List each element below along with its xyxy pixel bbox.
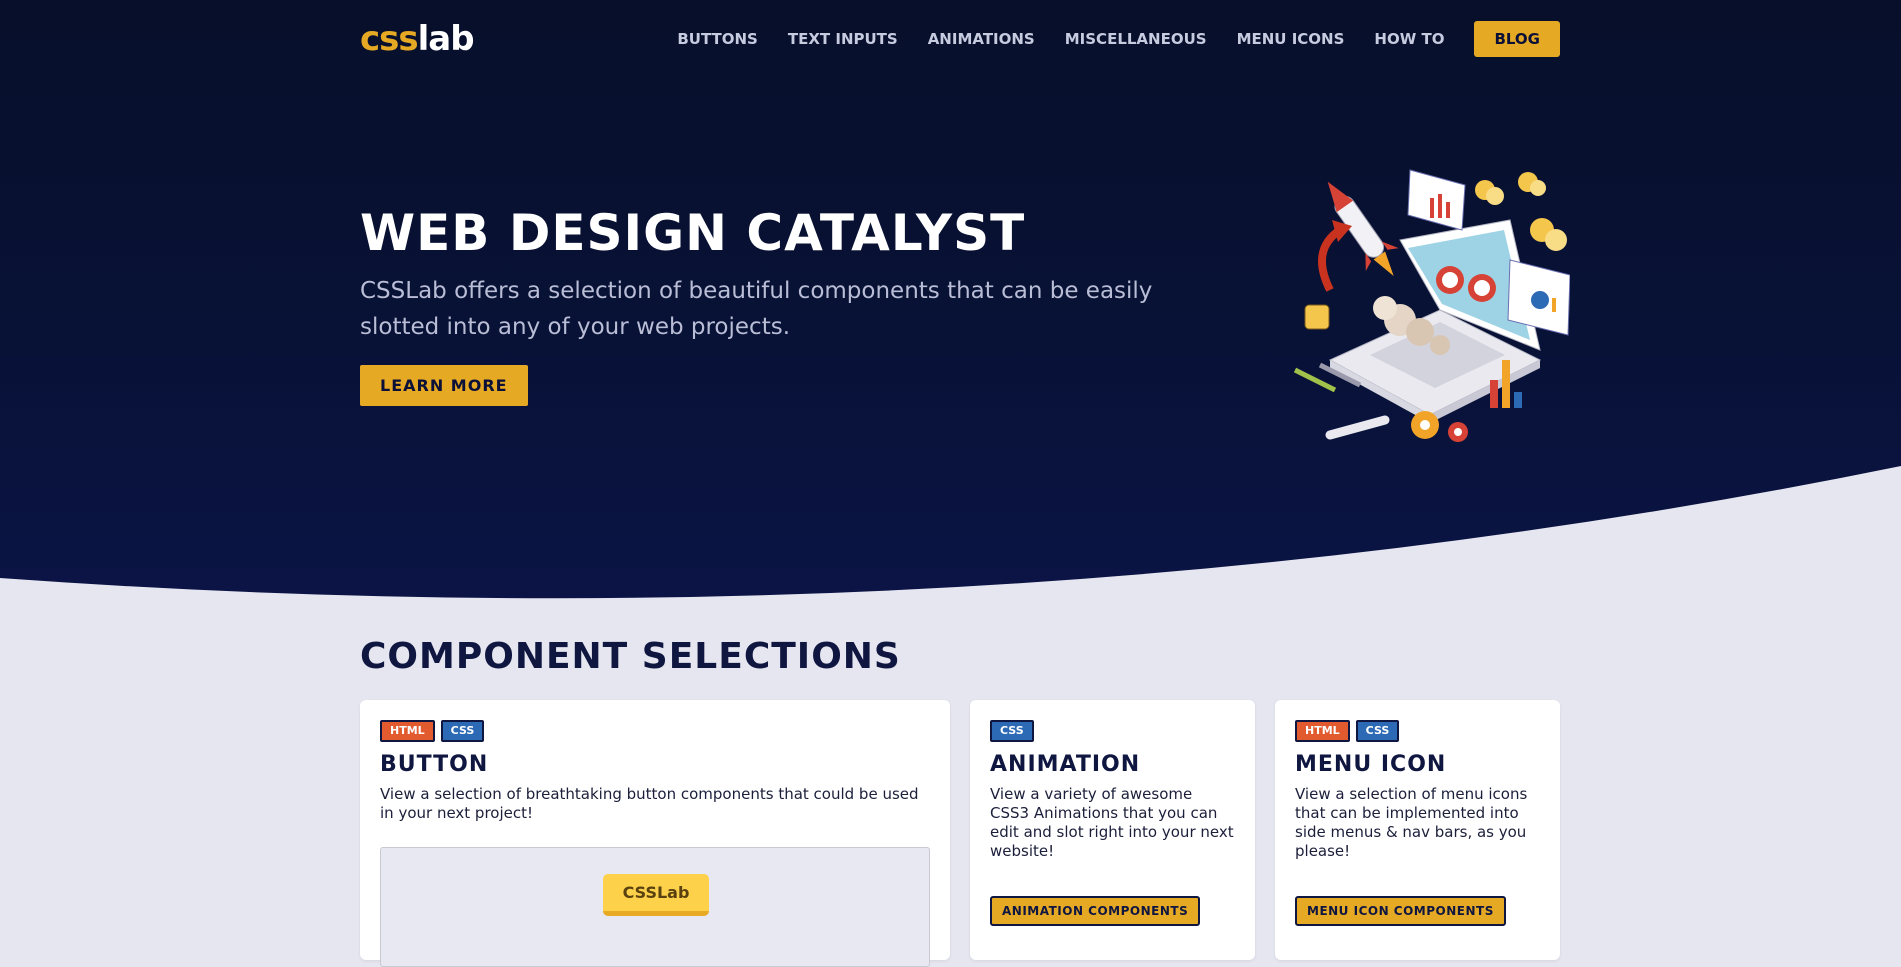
tag-css: CSS — [1355, 720, 1400, 742]
card-title: MENU ICON — [1295, 752, 1447, 777]
card-title: ANIMATION — [990, 752, 1141, 777]
section-title: COMPONENT SELECTIONS — [360, 636, 901, 677]
nav-link-animations[interactable]: ANIMATIONS — [928, 30, 1035, 48]
tag-html: HTML — [1295, 720, 1350, 742]
tag-css: CSS — [440, 720, 485, 742]
tag-html: HTML — [380, 720, 435, 742]
card-animation: CSS ANIMATION View a variety of awesome … — [970, 700, 1255, 960]
card-tags: HTML CSS — [380, 720, 930, 742]
logo-css: css — [360, 19, 419, 59]
learn-more-button[interactable]: LEARN MORE — [360, 365, 528, 406]
csslab-demo-button[interactable]: CSSLab — [603, 874, 709, 916]
card-button: HTML CSS BUTTON View a selection of brea… — [360, 700, 950, 967]
menu-icon-components-button[interactable]: MENU ICON COMPONENTS — [1295, 896, 1506, 926]
card-title: BUTTON — [380, 752, 489, 777]
card-tags: CSS — [990, 720, 1235, 742]
logo-lab: lab — [417, 19, 475, 59]
tag-css: CSS — [990, 720, 1034, 742]
nav-link-miscellaneous[interactable]: MISCELLANEOUS — [1065, 30, 1207, 48]
nav-link-how-to[interactable]: HOW TO — [1374, 30, 1444, 48]
animation-components-button[interactable]: ANIMATION COMPONENTS — [990, 896, 1201, 926]
nav-link-text-inputs[interactable]: TEXT INPUTS — [788, 30, 898, 48]
nav-links: BUTTONS TEXT INPUTS ANIMATIONS MISCELLAN… — [677, 21, 1560, 57]
card-description: View a variety of awesome CSS3 Animation… — [990, 785, 1234, 860]
nav-link-buttons[interactable]: BUTTONS — [677, 30, 758, 48]
nav-link-menu-icons[interactable]: MENU ICONS — [1237, 30, 1345, 48]
hero-subtitle: CSSLab offers a selection of beautiful c… — [360, 278, 1153, 340]
hero-title: WEB DESIGN CATALYST — [360, 204, 1026, 262]
logo[interactable]: csslab — [360, 19, 475, 59]
top-nav: csslab BUTTONS TEXT INPUTS ANIMATIONS MI… — [360, 20, 1560, 58]
card-description: View a selection of breathtaking button … — [380, 785, 919, 822]
card-description: View a selection of menu icons that can … — [1295, 785, 1528, 860]
isometric-laptop-illustration — [1293, 169, 1570, 442]
card-menu-icon: HTML CSS MENU ICON View a selection of m… — [1275, 700, 1560, 960]
card-tags: HTML CSS — [1295, 720, 1540, 742]
blog-button[interactable]: BLOG — [1474, 21, 1560, 57]
button-demo-box: CSSLab — [380, 847, 930, 967]
hero-text: WEB DESIGN CATALYST CSSLab offers a sele… — [360, 205, 1180, 406]
